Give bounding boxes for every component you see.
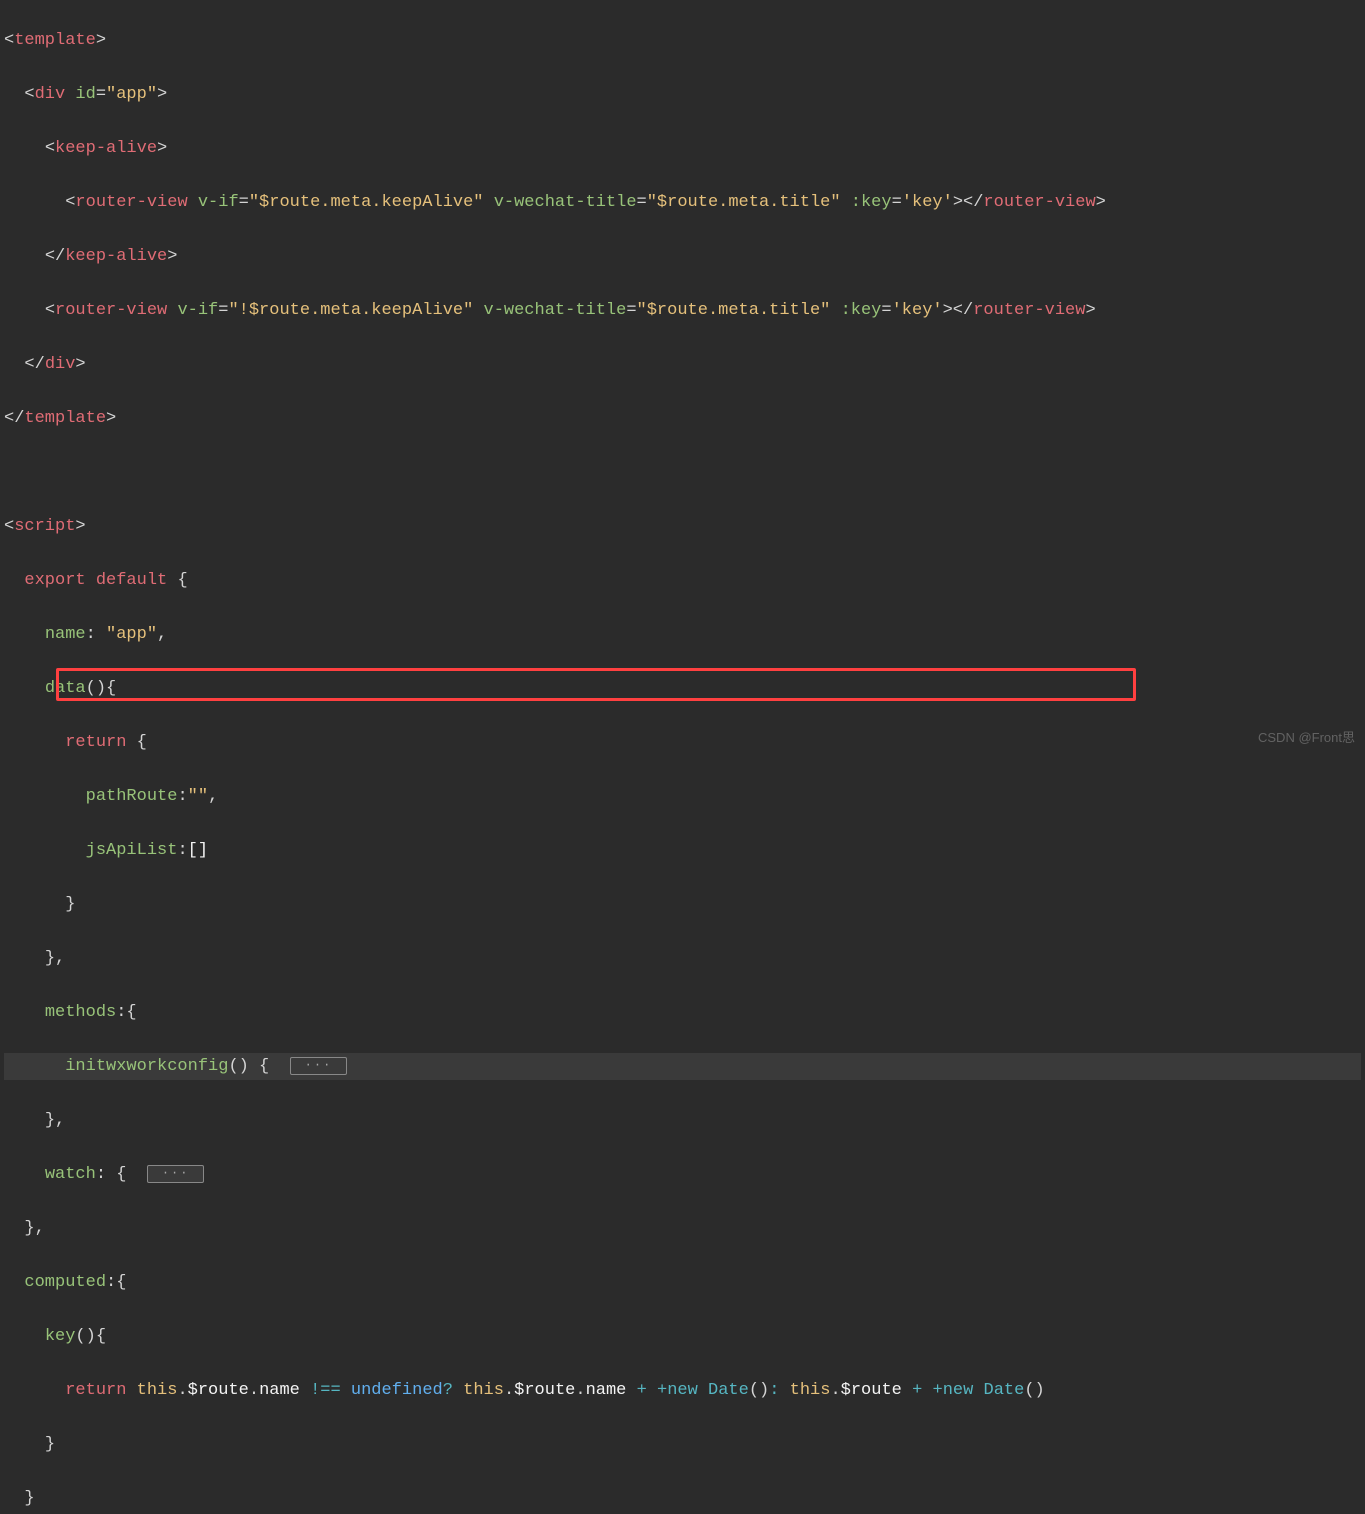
tag-div: div <box>35 85 66 104</box>
tag-template: template <box>14 31 96 50</box>
fold-marker[interactable]: ··· <box>147 1165 205 1183</box>
code-editor[interactable]: <template> <div id="app"> <keep-alive> <… <box>0 0 1365 1514</box>
fold-marker[interactable]: ··· <box>290 1057 348 1075</box>
current-line: initwxworkconfig() { ··· <box>4 1053 1361 1080</box>
highlighted-code-line: return this.$route.name !== undefined? t… <box>4 1377 1361 1404</box>
watermark: CSDN @Front思 <box>1258 724 1355 751</box>
